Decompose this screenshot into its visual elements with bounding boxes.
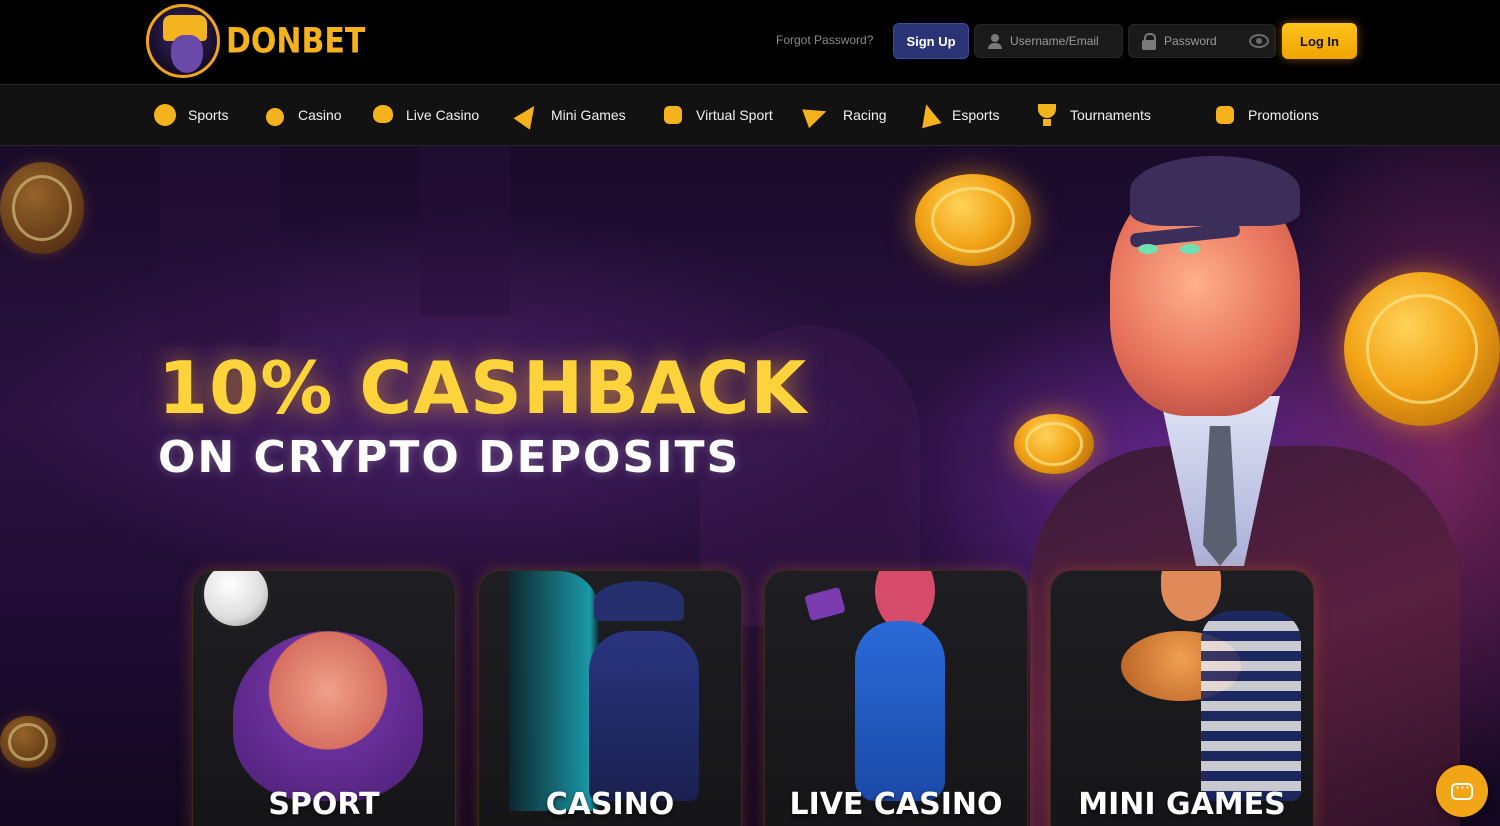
eye-icon[interactable] xyxy=(1249,34,1269,48)
username-placeholder: Username/Email xyxy=(1010,34,1099,48)
logo[interactable]: DONBET xyxy=(146,4,365,78)
bitcoin-coin-icon xyxy=(0,716,56,768)
category-card-casino[interactable]: CASINO xyxy=(478,570,742,826)
sign-up-button[interactable]: Sign Up xyxy=(893,23,969,59)
header: DONBET Forgot Password? Sign Up Username… xyxy=(0,0,1500,84)
nav-item-label: Esports xyxy=(952,107,1000,123)
ethereum-coin-icon xyxy=(0,162,84,254)
nav-item-label: Virtual Sport xyxy=(696,107,773,123)
spade-icon xyxy=(370,102,396,128)
cherry-icon xyxy=(262,102,288,128)
promo-headline: 10% CASHBACK ON CRYPTO DEPOSITS xyxy=(158,348,807,486)
category-card-mini-games[interactable]: MINI GAMES xyxy=(1050,570,1314,826)
forgot-password-link[interactable]: Forgot Password? xyxy=(776,33,873,47)
soldier-icon xyxy=(916,101,942,129)
category-label: LIVE CASINO xyxy=(789,787,1003,822)
nav-item-label: Sports xyxy=(188,107,229,123)
nav-item-racing[interactable]: Racing xyxy=(802,85,887,145)
nav-item-label: Promotions xyxy=(1248,107,1319,123)
username-field[interactable]: Username/Email xyxy=(974,24,1123,58)
main-nav: Sports Casino Live Casino Mini Games Vir… xyxy=(0,84,1500,197)
category-card-live-casino[interactable]: LIVE CASINO xyxy=(764,570,1028,826)
trophy-icon xyxy=(1034,102,1060,128)
nav-item-promotions[interactable]: Promotions xyxy=(1212,85,1319,145)
nav-item-label: Live Casino xyxy=(406,107,480,123)
nav-item-sports[interactable]: Sports xyxy=(152,85,228,145)
gamepad-icon xyxy=(660,102,686,128)
lock-icon xyxy=(1141,33,1157,50)
category-card-sport[interactable]: SPORT xyxy=(192,570,456,826)
nav-item-casino[interactable]: Casino xyxy=(262,85,342,145)
nav-item-virtual-sport[interactable]: Virtual Sport xyxy=(660,85,773,145)
rocket-icon xyxy=(513,100,543,130)
chat-icon xyxy=(1451,778,1473,800)
horse-icon xyxy=(802,101,833,129)
nav-item-mini-games[interactable]: Mini Games xyxy=(513,85,626,145)
promo-subtitle: ON CRYPTO DEPOSITS xyxy=(158,432,741,483)
nav-item-esports[interactable]: Esports xyxy=(916,85,999,145)
category-label: CASINO xyxy=(545,787,675,822)
category-label: MINI GAMES xyxy=(1078,787,1286,822)
password-field[interactable]: Password xyxy=(1128,24,1276,58)
log-in-button[interactable]: Log In xyxy=(1282,23,1357,59)
nav-item-live-casino[interactable]: Live Casino xyxy=(370,85,479,145)
nav-item-label: Racing xyxy=(843,107,887,123)
live-chat-button[interactable] xyxy=(1436,765,1488,817)
basketball-icon xyxy=(152,102,178,128)
promo-title: 10% CASHBACK xyxy=(158,346,808,430)
nav-item-label: Casino xyxy=(298,107,342,123)
logo-text: DONBET xyxy=(226,20,366,62)
nav-item-tournaments[interactable]: Tournaments xyxy=(1034,85,1151,145)
user-icon xyxy=(987,33,1003,49)
nav-item-label: Mini Games xyxy=(551,107,626,123)
nav-item-label: Tournaments xyxy=(1070,107,1151,123)
logo-mascot-icon xyxy=(146,4,220,78)
gift-icon xyxy=(1212,102,1238,128)
category-label: SPORT xyxy=(268,787,380,822)
hero-banner[interactable]: 10% CASHBACK ON CRYPTO DEPOSITS SPORT CA… xyxy=(0,146,1500,826)
password-placeholder: Password xyxy=(1164,34,1217,48)
